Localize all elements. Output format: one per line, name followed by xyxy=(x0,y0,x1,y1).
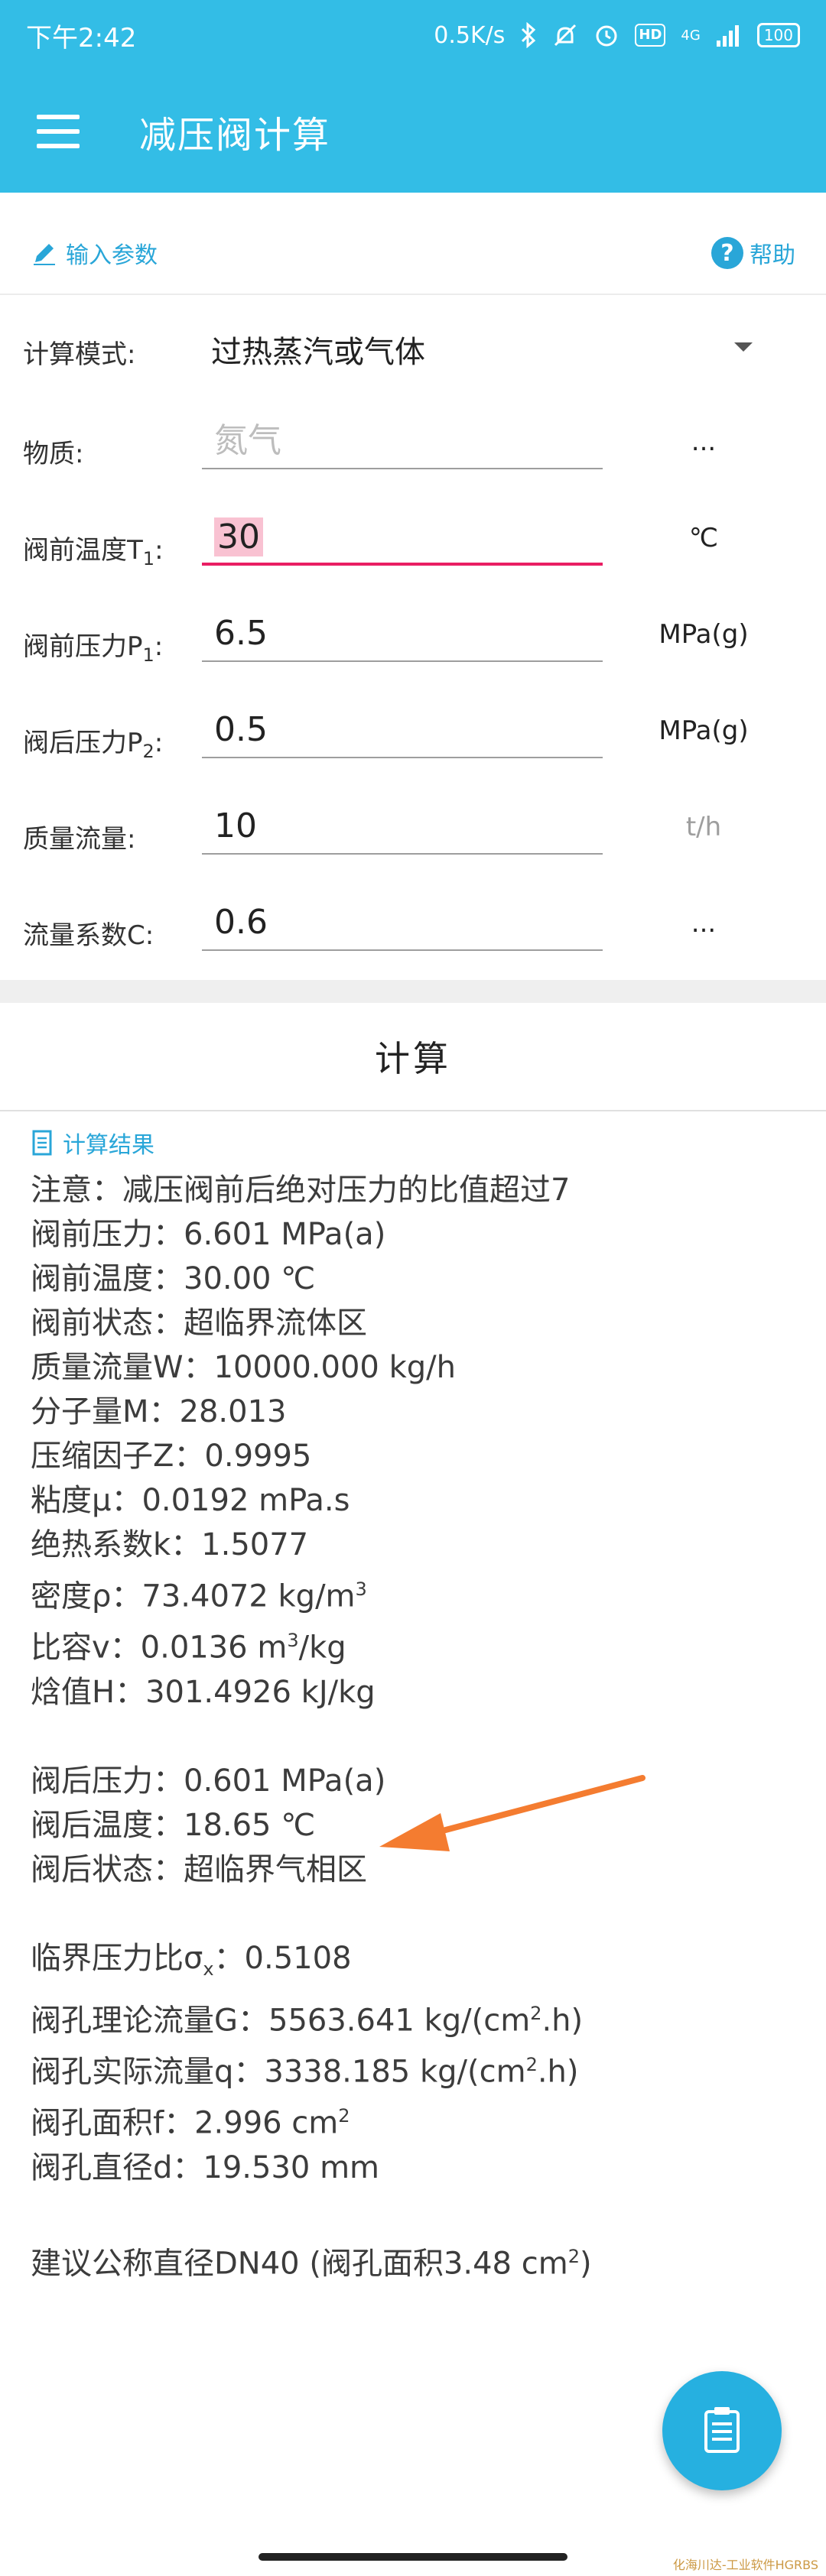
result-compressibility: 压缩因子Z：0.9995 xyxy=(31,1439,312,1474)
home-indicator[interactable] xyxy=(259,2553,567,2561)
result-note: 注意：减压阀前后绝对压力的比值超过7 xyxy=(31,1173,571,1208)
result-inlet-temp: 阀前温度：30.00 ℃ xyxy=(31,1261,316,1296)
help-icon: ? xyxy=(711,237,743,269)
flow-coef-input[interactable]: 0.6 xyxy=(202,894,603,951)
bluetooth-icon xyxy=(522,22,536,48)
calculate-button[interactable]: 计算 xyxy=(0,1003,826,1111)
result-enthalpy: 焓值H：301.4926 kJ/kg xyxy=(31,1674,376,1710)
app-title: 减压阀计算 xyxy=(139,114,331,157)
inlet-temp-input[interactable]: 30 xyxy=(202,509,603,566)
status-bar: 下午2:42 0.5K/s HD 4G 100 xyxy=(0,0,826,70)
inlet-pressure-unit: MPa(g) xyxy=(659,619,749,650)
outlet-pressure-label: 阀后压力P2: xyxy=(23,728,164,762)
result-specific-volume: 比容v：0.0136 m3/kg xyxy=(31,1630,346,1666)
watermark: 化海川达-工业软件HGRBS xyxy=(672,2558,818,2572)
divider xyxy=(0,294,826,295)
app-bar: 减压阀计算 xyxy=(0,70,826,193)
menu-icon[interactable] xyxy=(37,115,80,148)
result-orifice-diameter: 阀孔直径d：19.530 mm xyxy=(31,2149,379,2185)
help-button[interactable]: ? 帮助 xyxy=(711,236,795,270)
result-inlet-state: 阀前状态：超临界流体区 xyxy=(31,1306,367,1341)
inlet-temp-unit: ℃ xyxy=(688,523,719,553)
result-density: 密度ρ：73.4072 kg/m3 xyxy=(31,1578,367,1614)
report-fab[interactable] xyxy=(662,2371,782,2490)
mass-flow-unit-button[interactable]: t/h xyxy=(650,812,757,842)
result-inlet-pressure: 阀前压力：6.601 MPa(a) xyxy=(31,1217,386,1252)
result-adiabatic: 绝热系数k：1.5077 xyxy=(31,1527,309,1562)
result-orifice-area: 阀孔面积f：2.996 cm2 xyxy=(31,2105,350,2141)
result-critical-ratio: 临界压力比σx：0.5108 xyxy=(31,1940,352,1980)
inlet-pressure-input[interactable]: 6.5 xyxy=(202,605,603,662)
result-actual-flow: 阀孔实际流量q：3338.185 kg/(cm2.h) xyxy=(31,2053,579,2090)
network-speed: 0.5K/s xyxy=(434,21,506,49)
help-label: 帮助 xyxy=(750,242,795,269)
flow-coef-label: 流量系数C: xyxy=(23,920,154,951)
document-icon xyxy=(32,1130,52,1156)
substance-row: 物质: 氮气 ... xyxy=(0,404,826,488)
network-type: 4G xyxy=(681,27,701,44)
inlet-pressure-label: 阀前压力P1: xyxy=(23,631,164,666)
result-suggestion: 建议公称直径DN40 (阀孔面积3.48 cm2) xyxy=(31,2245,592,2281)
annotation-arrow xyxy=(379,1775,646,1851)
pencil-icon xyxy=(34,244,55,265)
result-molecular-weight: 分子量M：28.013 xyxy=(31,1394,287,1429)
flow-coef-picker-button[interactable]: ... xyxy=(650,908,757,939)
status-icons: 0.5K/s HD 4G 100 xyxy=(434,22,800,49)
mode-label: 计算模式: xyxy=(23,339,136,370)
chevron-down-icon[interactable] xyxy=(734,342,753,352)
alarm-icon xyxy=(596,25,617,47)
inlet-temp-value: 30 xyxy=(214,517,263,556)
section-gap xyxy=(0,980,826,1003)
status-time: 下午2:42 xyxy=(26,22,137,54)
mass-flow-row: 质量流量: 10 t/h xyxy=(0,789,826,873)
mute-icon xyxy=(554,24,577,47)
mode-select[interactable]: 过热蒸汽或气体 xyxy=(211,327,425,371)
result-mass-flow: 质量流量W：10000.000 kg/h xyxy=(31,1350,456,1385)
mass-flow-input[interactable]: 10 xyxy=(202,798,603,855)
flow-coef-row: 流量系数C: 0.6 ... xyxy=(0,885,826,969)
input-section-header: 输入参数 ? 帮助 xyxy=(0,211,826,295)
inlet-pressure-row: 阀前压力P1: 6.5 MPa(g) xyxy=(0,596,826,680)
hd-icon: HD xyxy=(635,24,666,47)
inlet-temp-row: 阀前温度T1: 30 ℃ xyxy=(0,500,826,584)
results-section-title: 计算结果 xyxy=(63,1132,154,1159)
outlet-pressure-input[interactable]: 0.5 xyxy=(202,702,603,758)
battery-icon: 100 xyxy=(756,23,800,47)
mode-row: 计算模式: 过热蒸汽或气体 xyxy=(0,304,826,388)
substance-label: 物质: xyxy=(23,439,84,469)
outlet-pressure-row: 阀后压力P2: 0.5 MPa(g) xyxy=(0,693,826,777)
inlet-temp-label: 阀前温度T1: xyxy=(23,535,164,569)
result-viscosity: 粘度μ：0.0192 mPa.s xyxy=(31,1483,350,1518)
mass-flow-label: 质量流量: xyxy=(23,824,136,855)
substance-input[interactable]: 氮气 xyxy=(202,413,603,469)
results-panel: 注意：减压阀前后绝对压力的比值超过7 阀前压力：6.601 MPa(a) 阀前温… xyxy=(31,1168,795,2286)
input-section-title: 输入参数 xyxy=(66,242,158,269)
result-theoretical-flow: 阀孔理论流量G：5563.641 kg/(cm2.h) xyxy=(31,2002,584,2038)
substance-picker-button[interactable]: ... xyxy=(650,427,757,457)
signal-icon xyxy=(716,25,739,47)
outlet-pressure-unit: MPa(g) xyxy=(659,715,749,746)
list-icon xyxy=(704,2407,740,2453)
